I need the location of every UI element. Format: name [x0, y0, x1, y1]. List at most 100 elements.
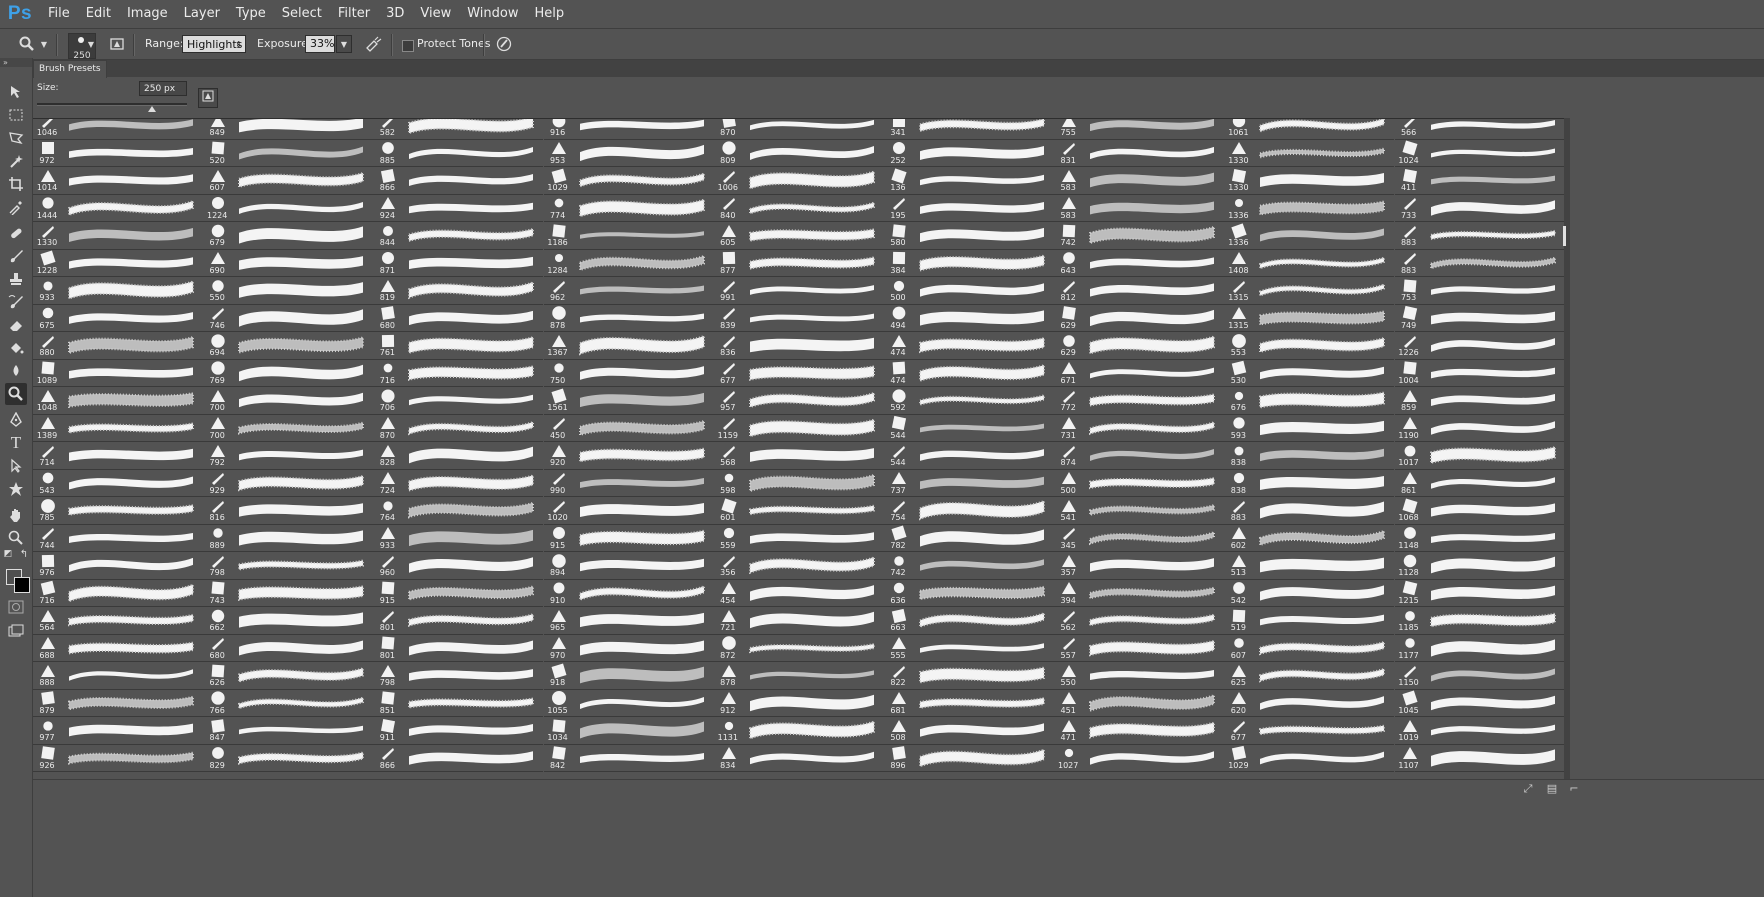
- brush-preset-item[interactable]: 513: [1224, 551, 1395, 580]
- brush-preset-item[interactable]: 675: [33, 304, 203, 332]
- brush-preset-item[interactable]: 977: [33, 716, 203, 745]
- brush-preset-item[interactable]: 550: [1054, 661, 1225, 690]
- brush-preset-item[interactable]: 580: [884, 221, 1054, 250]
- size-slider-thumb[interactable]: [148, 106, 156, 112]
- brush-preset-item[interactable]: 1159: [713, 414, 884, 442]
- brush-preset-item[interactable]: 1284: [543, 249, 714, 277]
- screen-mode-icon[interactable]: [5, 620, 27, 642]
- brush-preset-item[interactable]: 553: [1224, 331, 1395, 360]
- brush-preset-item[interactable]: 888: [33, 661, 203, 690]
- brush-preset-item[interactable]: 680: [203, 634, 374, 662]
- brush-preset-item[interactable]: 566: [1394, 119, 1564, 140]
- brush-preset-item[interactable]: 394: [1054, 579, 1225, 607]
- background-color-swatch[interactable]: [14, 577, 30, 593]
- menu-edit[interactable]: Edit: [78, 0, 119, 27]
- hand-tool-icon[interactable]: [5, 504, 27, 526]
- brush-preset-item[interactable]: 962: [543, 276, 714, 305]
- brush-preset-item[interactable]: 880: [33, 331, 203, 360]
- brush-preset-item[interactable]: 1561: [543, 386, 714, 415]
- brush-preset-item[interactable]: 1185: [1394, 606, 1564, 635]
- magic-wand-tool-icon[interactable]: [5, 150, 27, 172]
- brush-preset-item[interactable]: 851: [373, 689, 544, 717]
- brush-preset-item[interactable]: 839: [713, 304, 884, 332]
- brush-preset-item[interactable]: 877: [713, 249, 884, 277]
- brush-preset-item[interactable]: 676: [1224, 386, 1395, 415]
- brush-preset-item[interactable]: 136: [884, 166, 1054, 195]
- brush-preset-item[interactable]: 816: [203, 496, 374, 525]
- eraser-tool-icon[interactable]: [5, 314, 27, 336]
- grid-scroll-thumb[interactable]: [1563, 226, 1566, 246]
- brush-preset-item[interactable]: 1150: [1394, 661, 1564, 690]
- brush-preset-item[interactable]: 681: [884, 689, 1054, 717]
- move-tool-icon[interactable]: [5, 81, 27, 103]
- brush-preset-item[interactable]: 1089: [33, 359, 203, 387]
- brush-preset-item[interactable]: 1006: [713, 166, 884, 195]
- brush-preset-item[interactable]: 688: [33, 634, 203, 662]
- brush-preset-item[interactable]: 866: [373, 744, 544, 772]
- brush-preset-item[interactable]: 1014: [33, 166, 203, 195]
- brush-preset-item[interactable]: 384: [884, 249, 1054, 277]
- brush-preset-item[interactable]: 918: [543, 661, 714, 690]
- paint-bucket-tool-icon[interactable]: [5, 337, 27, 359]
- brush-preset-item[interactable]: 774: [543, 194, 714, 222]
- brush-preset-item[interactable]: 1224: [203, 194, 374, 222]
- menu-type[interactable]: Type: [228, 0, 274, 27]
- brush-preset-item[interactable]: 1190: [1394, 414, 1564, 442]
- brush-preset-item[interactable]: 847: [203, 716, 374, 745]
- exposure-slider-dropdown[interactable]: ▼: [336, 35, 352, 53]
- brush-preset-item[interactable]: 785: [33, 496, 203, 525]
- brush-preset-item[interactable]: 957: [713, 386, 884, 415]
- create-new-brush-icon[interactable]: ▤: [1545, 782, 1559, 796]
- brush-preset-item[interactable]: 838: [1224, 469, 1395, 497]
- brush-preset-item[interactable]: 933: [373, 524, 544, 552]
- brush-preset-item[interactable]: 764: [373, 496, 544, 525]
- brush-preset-item[interactable]: 629: [1054, 331, 1225, 360]
- brush-preset-item[interactable]: 933: [33, 276, 203, 305]
- brush-preset-item[interactable]: 714: [33, 441, 203, 470]
- brush-preset-item[interactable]: 754: [884, 496, 1054, 525]
- brush-preset-item[interactable]: 731: [1054, 414, 1225, 442]
- brush-preset-item[interactable]: 1045: [1394, 689, 1564, 717]
- brush-preset-item[interactable]: 1389: [33, 414, 203, 442]
- brush-preset-item[interactable]: 700: [203, 414, 374, 442]
- brush-preset-item[interactable]: 801: [373, 606, 544, 635]
- brush-preset-item[interactable]: 819: [373, 276, 544, 305]
- brush-preset-item[interactable]: 542: [1224, 579, 1395, 607]
- clone-stamp-tool-icon[interactable]: [5, 268, 27, 290]
- brush-preset-item[interactable]: 879: [33, 689, 203, 717]
- brush-preset-item[interactable]: 831: [1054, 139, 1225, 167]
- brush-preset-item[interactable]: 1408: [1224, 249, 1395, 277]
- brush-preset-item[interactable]: 1228: [33, 249, 203, 277]
- brush-preset-item[interactable]: 598: [713, 469, 884, 497]
- brush-preset-item[interactable]: 822: [884, 661, 1054, 690]
- brush-preset-item[interactable]: 1048: [33, 386, 203, 415]
- brush-preset-item[interactable]: 828: [373, 441, 544, 470]
- brush-preset-item[interactable]: 643: [1054, 249, 1225, 277]
- brush-preset-item[interactable]: 1128: [1394, 551, 1564, 580]
- brush-preset-item[interactable]: 555: [884, 634, 1054, 662]
- brush-preset-item[interactable]: 582: [373, 119, 544, 140]
- brush-preset-item[interactable]: 716: [33, 579, 203, 607]
- brush-preset-item[interactable]: 874: [1054, 441, 1225, 470]
- brush-preset-item[interactable]: 450: [543, 414, 714, 442]
- tab-brush-presets[interactable]: Brush Presets: [33, 60, 107, 78]
- brush-preset-item[interactable]: 912: [713, 689, 884, 717]
- brush-preset-item[interactable]: 782: [884, 524, 1054, 552]
- brush-preset-item[interactable]: 976: [33, 551, 203, 580]
- brush-preset-item[interactable]: 1148: [1394, 524, 1564, 552]
- brush-preset-item[interactable]: 798: [373, 661, 544, 690]
- brush-preset-item[interactable]: 1444: [33, 194, 203, 222]
- menu-view[interactable]: View: [412, 0, 459, 27]
- brush-preset-item[interactable]: 965: [543, 606, 714, 635]
- brush-preset-item[interactable]: 870: [373, 414, 544, 442]
- brush-preset-item[interactable]: 411: [1394, 166, 1564, 195]
- brush-preset-item[interactable]: 1034: [543, 716, 714, 745]
- brush-preset-item[interactable]: 746: [203, 304, 374, 332]
- brush-preset-item[interactable]: 562: [1054, 606, 1225, 635]
- brush-preset-item[interactable]: 541: [1054, 496, 1225, 525]
- brush-preset-item[interactable]: 716: [373, 359, 544, 387]
- brush-preset-item[interactable]: 970: [543, 634, 714, 662]
- brush-preset-item[interactable]: 883: [1394, 221, 1564, 250]
- brush-preset-item[interactable]: 620: [1224, 689, 1395, 717]
- zoom-tool-icon[interactable]: [5, 527, 27, 549]
